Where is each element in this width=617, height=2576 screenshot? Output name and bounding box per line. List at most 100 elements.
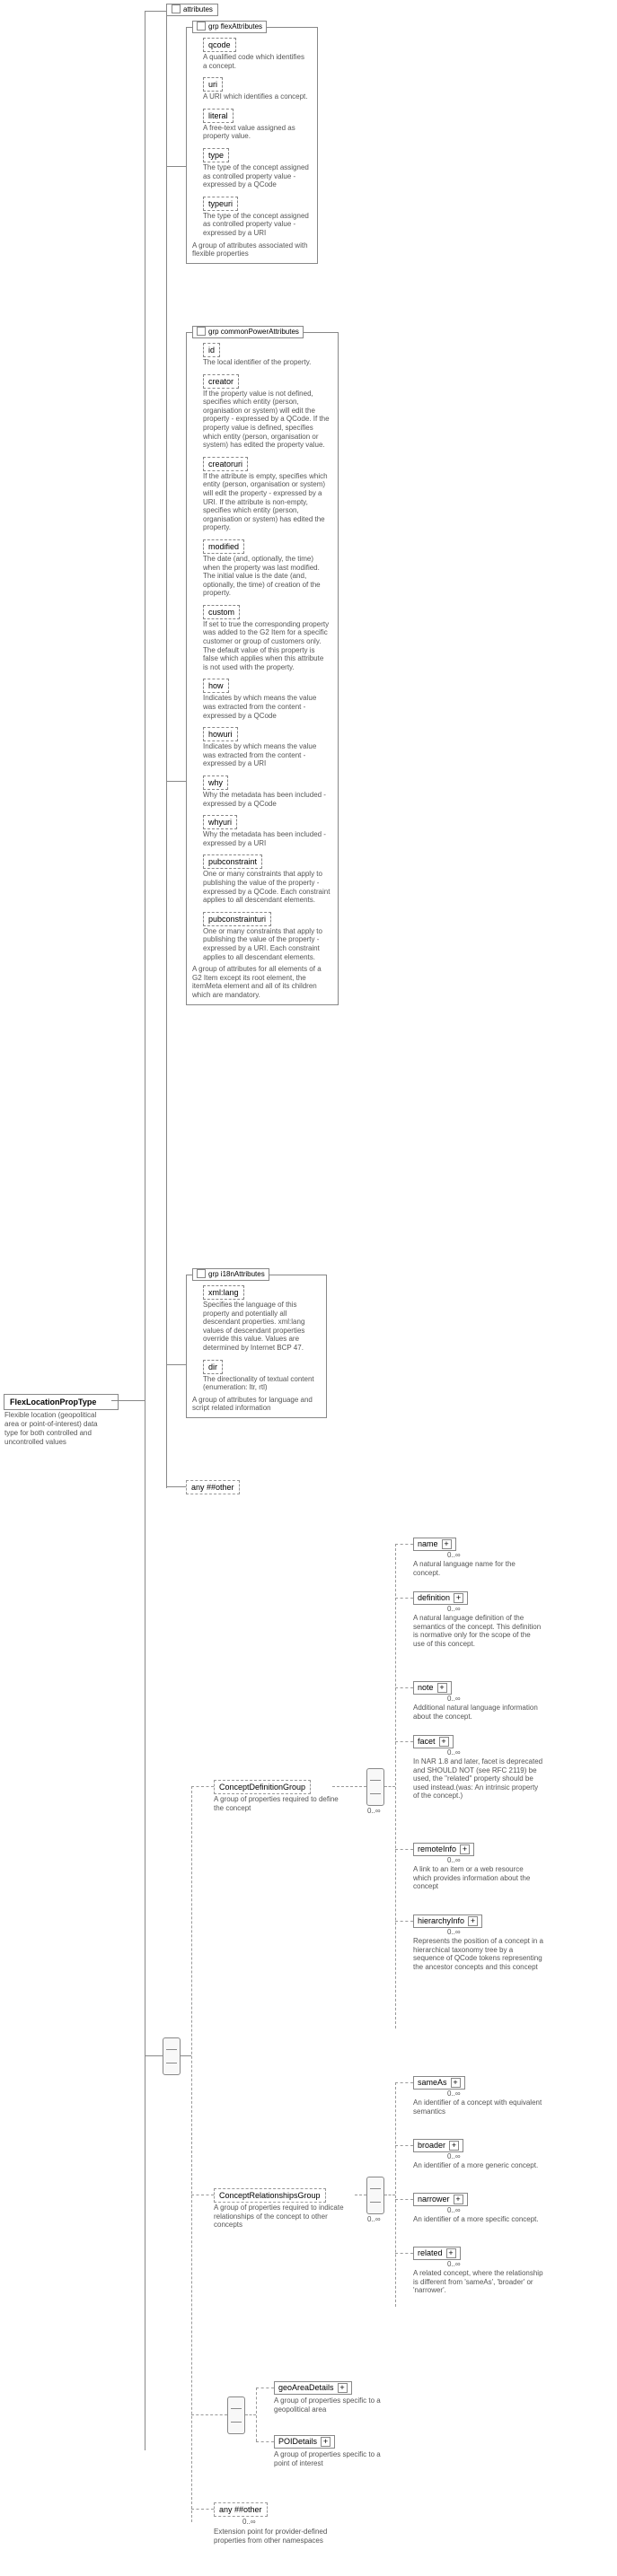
concept-rel-desc: A group of properties required to indica… [214,2204,353,2230]
occ: 0..∞ [447,1748,461,1757]
group-common-power: grp commonPowerAttributes idThe local id… [186,332,339,1005]
conn-seq [145,2055,163,2056]
conn-seq-v [191,1786,192,2522]
expand-icon[interactable]: + [460,1844,470,1854]
attr-type: type [203,148,229,162]
occ-any: 0..∞ [242,2518,256,2526]
conn [395,1687,413,1688]
geo-area-details[interactable]: geoAreaDetails+ [274,2381,352,2395]
conn [395,1921,413,1922]
occ: 0..∞ [447,1928,461,1936]
occ: 0..∞ [447,1551,461,1559]
any-other-attr: any ##other [186,1480,240,1494]
conn-choice-out [245,2414,256,2415]
expand-icon[interactable]: + [468,1916,478,1926]
grp-icon [197,1269,206,1278]
attr-pubconstraint: pubconstraint [203,854,262,869]
occ-cdg: 0..∞ [367,1807,381,1815]
attr-why: why [203,775,228,790]
occ: 0..∞ [447,2152,461,2160]
attr-literal: literal [203,109,234,123]
leaf-definition-desc: A natural language definition of the sem… [413,1614,543,1648]
expand-icon[interactable]: + [454,2195,463,2204]
conn-attr-v [166,16,167,1488]
expand-icon[interactable]: + [439,1737,449,1747]
expand-icon[interactable]: + [454,1593,463,1603]
attr-custom-desc: If set to true the corresponding propert… [203,620,331,672]
leaf-related-desc: A related concept, where the relationshi… [413,2269,543,2295]
attr-whyuri-desc: Why the metadata has been included - exp… [203,830,331,847]
attr-creator-desc: If the property value is not defined, sp… [203,390,331,450]
conn [395,1598,413,1599]
choice-cdg [366,1768,384,1806]
attr-literal-desc: A free-text value assigned as property v… [203,124,310,141]
group-i18n-header: grp i18nAttributes [192,1268,269,1281]
any2-desc: Extension point for provider-defined pro… [214,2528,331,2545]
group-flex-desc: A group of attributes associated with fl… [192,241,312,258]
leaf-sameAs[interactable]: sameAs+ [413,2076,465,2090]
attributes-header: attributes [166,4,218,16]
leaf-note[interactable]: note+ [413,1681,452,1695]
leaf-related[interactable]: related+ [413,2247,461,2260]
attr-dir-desc: The directionality of textual content (e… [203,1375,319,1392]
expand-icon[interactable]: + [321,2437,331,2447]
occ: 0..∞ [447,1856,461,1864]
grp-icon [197,327,206,336]
occ: 0..∞ [447,1695,461,1703]
poi-details[interactable]: POIDetails+ [274,2435,335,2449]
conn-cdg-v [395,1544,396,2028]
attr-qcode: qcode [203,38,236,52]
conn-cdg [191,1786,214,1787]
conn [395,2082,413,2083]
conn-any2 [191,2509,214,2510]
leaf-definition[interactable]: definition+ [413,1591,468,1605]
leaf-name-desc: A natural language name for the concept. [413,1560,543,1577]
leaf-broader[interactable]: broader+ [413,2139,463,2152]
root-desc: Flexible location (geopolitical area or … [4,1411,107,1447]
attr-id-desc: The local identifier of the property. [203,358,331,367]
leaf-hierarchyInfo-desc: Represents the position of a concept in … [413,1937,543,1971]
group-flex-attributes: grp flexAttributes qcodeA qualified code… [186,27,318,264]
leaf-hierarchyInfo[interactable]: hierarchyInfo+ [413,1914,482,1928]
attr-creatoruri: creatoruri [203,457,248,471]
conn-i18n [166,1364,186,1365]
attr-typeuri-desc: The type of the concept assigned as cont… [203,212,310,238]
attr-id: id [203,343,220,357]
conn-seq-out [181,2055,191,2056]
group-common-header: grp commonPowerAttributes [192,326,304,338]
attr-modified-desc: The date (and, optionally, the time) whe… [203,555,331,598]
expand-icon[interactable]: + [338,2383,348,2393]
leaf-name[interactable]: name+ [413,1538,456,1551]
attr-dir: dir [203,1360,223,1374]
expand-icon[interactable]: + [451,2078,461,2088]
conn-root [111,1400,145,1401]
leaf-note-desc: Additional natural language information … [413,1704,543,1721]
expand-icon[interactable]: + [437,1683,447,1693]
expand-icon[interactable]: + [442,1539,452,1549]
expand-icon[interactable]: + [449,2141,459,2151]
sequence-compositor [163,2037,181,2075]
leaf-narrower[interactable]: narrower+ [413,2193,468,2206]
group-i18n: grp i18nAttributes xml:langSpecifies the… [186,1275,327,1418]
conn [395,1741,413,1742]
conn-crg-v [395,2082,396,2307]
attr-type-desc: The type of the concept assigned as cont… [203,163,310,189]
occ: 0..∞ [447,2206,461,2214]
leaf-facet[interactable]: facet+ [413,1735,454,1748]
attr-xml:lang-desc: Specifies the language of this property … [203,1301,319,1353]
expand-icon[interactable]: + [446,2248,456,2258]
grp-icon [197,22,206,31]
conn-choice [191,2414,227,2415]
occ: 0..∞ [447,2260,461,2268]
attr-howuri: howuri [203,727,238,741]
conn [395,2199,413,2200]
leaf-remoteInfo-desc: A link to an item or a web resource whic… [413,1865,543,1891]
group-flex-header: grp flexAttributes [192,21,267,33]
attr-how: how [203,679,229,693]
occ: 0..∞ [447,2090,461,2098]
attr-creator: creator [203,374,239,389]
conn-common [166,781,186,782]
leaf-remoteInfo[interactable]: remoteInfo+ [413,1843,474,1856]
attr-custom: custom [203,605,240,619]
attr-uri: uri [203,77,223,92]
